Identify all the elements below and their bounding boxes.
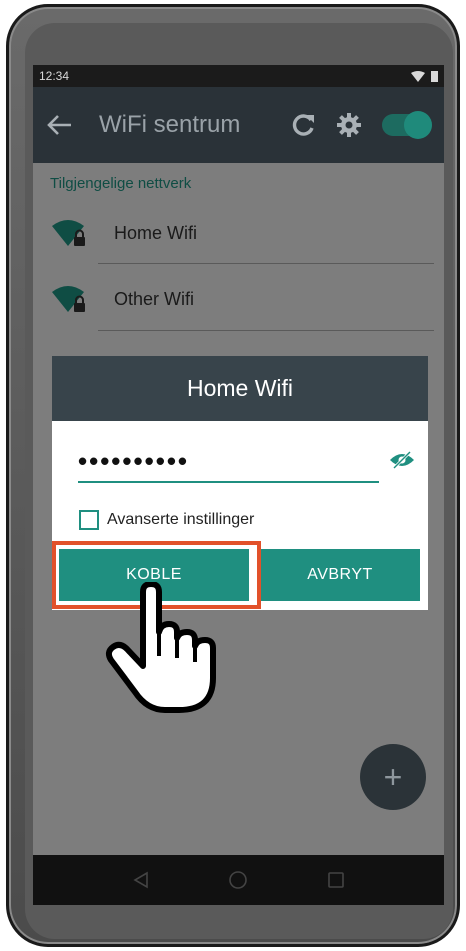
locked-wifi-icon [50, 218, 90, 248]
arrow-left-icon[interactable] [47, 114, 73, 136]
refresh-icon[interactable] [290, 112, 316, 138]
wifi-toggle-knob [404, 111, 432, 139]
pointing-hand-icon [105, 582, 216, 713]
status-bar: 12:34 [33, 65, 444, 87]
gear-icon[interactable] [336, 112, 362, 138]
dialog-title: Home Wifi [52, 356, 428, 421]
status-time: 12:34 [39, 69, 70, 83]
screen: 12:34 WiFi sentrum Tilgjengelige nettver… [33, 65, 444, 905]
back-nav-icon[interactable] [132, 871, 150, 889]
home-nav-icon[interactable] [228, 870, 248, 890]
divider [98, 263, 434, 264]
add-network-button[interactable]: + [360, 744, 426, 810]
password-value: •••••••••• [78, 446, 190, 476]
network-name: Home Wifi [114, 222, 198, 243]
cancel-button[interactable]: AVBRYT [260, 549, 420, 601]
status-icons [411, 70, 438, 82]
app-title: WiFi sentrum [99, 111, 241, 138]
app-bar: WiFi sentrum [33, 87, 444, 163]
system-nav-bar [33, 855, 444, 905]
advanced-settings-label: Avanserte instillinger [107, 511, 255, 528]
network-item-other[interactable]: Other Wifi [50, 269, 435, 329]
app-actions [290, 111, 432, 139]
network-item-home[interactable]: Home Wifi [50, 203, 435, 263]
recents-nav-icon[interactable] [327, 871, 345, 889]
divider [98, 330, 434, 331]
section-label: Tilgjengelige nettverk [50, 175, 192, 192]
advanced-settings-option[interactable]: Avanserte instillinger [79, 510, 254, 530]
wifi-signal-icon [411, 70, 425, 82]
network-name: Other Wifi [114, 288, 195, 309]
locked-wifi-icon [50, 284, 90, 314]
battery-icon [431, 71, 438, 82]
connect-dialog: Home Wifi •••••••••• Avanserte instillin… [52, 356, 428, 610]
eye-off-icon[interactable] [389, 451, 415, 469]
wifi-toggle[interactable] [382, 111, 432, 139]
password-input[interactable]: •••••••••• [78, 446, 408, 476]
password-underline [78, 481, 379, 483]
advanced-settings-checkbox[interactable] [79, 510, 99, 530]
